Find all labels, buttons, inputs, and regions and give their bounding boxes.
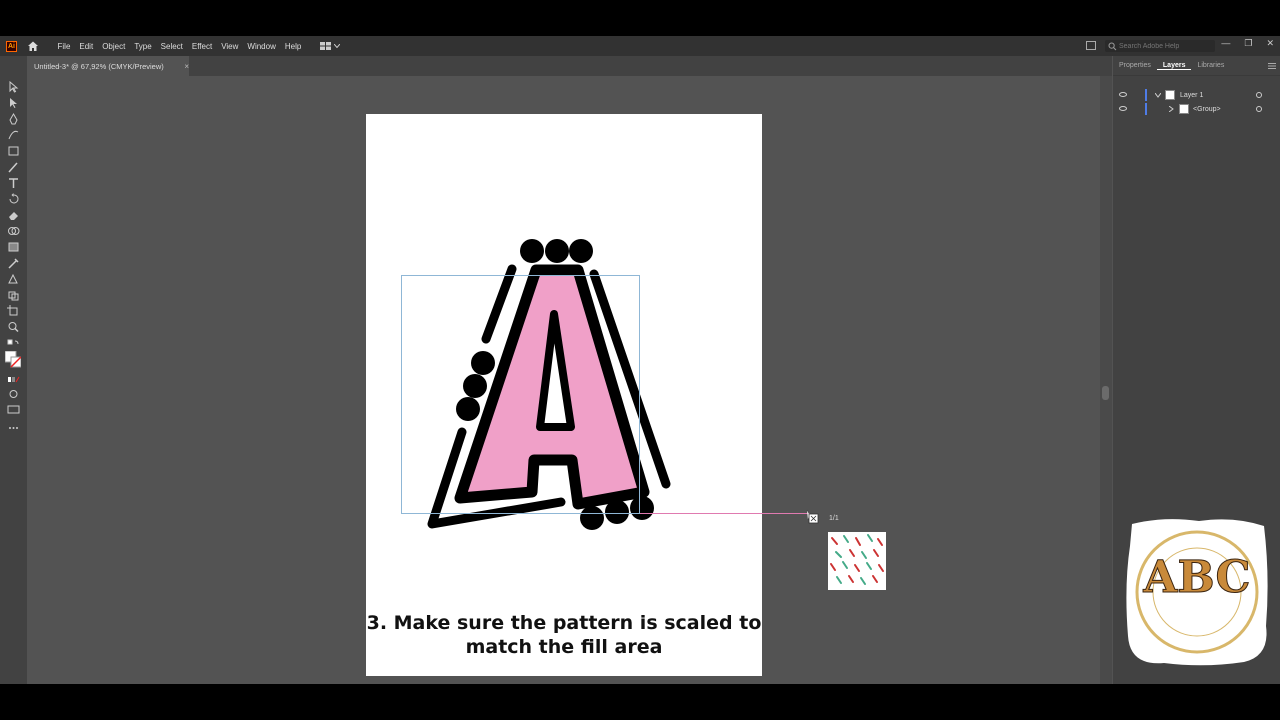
help-search[interactable] [1105,40,1215,52]
workspace-switcher[interactable] [319,42,340,50]
zoom-tool-icon[interactable] [7,320,20,333]
symbol-sprayer-tool-icon[interactable] [7,288,20,301]
menu-file[interactable]: File [53,42,75,51]
document-tab-bar: Untitled-3* @ 67,92% (CMYK/Preview) × [27,56,1112,76]
layer-target-icon[interactable] [1256,92,1262,98]
paintbrush-tool-icon[interactable] [7,160,20,173]
tab-layers[interactable]: Layers [1156,62,1192,70]
tab-properties[interactable]: Properties [1113,62,1157,69]
caption-line-1: 3. Make sure the pattern is scaled to [366,612,762,634]
arrange-documents-icon[interactable] [1086,41,1096,50]
tools-panel [0,56,27,684]
visibility-eye-icon[interactable] [1119,92,1127,97]
group-thumbnail [1179,104,1189,114]
menu-edit[interactable]: Edit [75,42,98,51]
brand-badge: ABC [1124,516,1270,666]
close-window-button[interactable]: ✕ [1266,38,1274,49]
panel-tabs: Properties Layers Libraries [1113,56,1280,76]
menu-view[interactable]: View [217,42,243,51]
close-tab-button[interactable]: × [184,62,189,71]
more-tools-icon[interactable] [7,421,20,433]
scrollbar-thumb[interactable] [1102,386,1109,400]
tab-libraries[interactable]: Libraries [1191,62,1230,69]
menu-help[interactable]: Help [280,42,305,51]
cursor-icon [808,513,819,524]
minimize-button[interactable]: — [1221,38,1230,49]
workspace-grid-icon [319,42,331,50]
selection-counter: 1/1 [829,515,839,522]
pen-tool-icon[interactable] [7,112,20,125]
selection-tool-icon[interactable] [7,80,20,93]
layer-row-layer-1[interactable]: Layer 1 [1113,88,1280,102]
vertical-scrollbar[interactable] [1100,76,1112,684]
artboard[interactable]: 3. Make sure the pattern is scaled to ma… [366,114,762,676]
direct-selection-tool-icon[interactable] [7,96,20,108]
eyedropper-tool-icon[interactable] [7,256,20,269]
eraser-tool-icon[interactable] [7,208,20,220]
visibility-eye-icon[interactable] [1119,106,1127,111]
illustrator-logo: Ai [6,40,17,52]
curvature-tool-icon[interactable] [7,128,20,140]
draw-mode-icon[interactable] [7,387,20,399]
chevron-down-icon [333,44,340,48]
screen-mode-icon[interactable] [7,402,20,414]
chevron-down-icon[interactable] [1155,93,1161,98]
chevron-right-icon[interactable] [1169,106,1174,112]
color-modes-icon[interactable] [7,373,20,385]
badge-letters: ABC [1142,552,1250,603]
window-controls: — ❐ ✕ [1221,38,1274,49]
layer-name[interactable]: Layer 1 [1180,92,1203,99]
search-icon [1108,42,1117,50]
shape-builder-tool-icon[interactable] [7,224,20,236]
group-target-icon[interactable] [1256,106,1262,112]
rotate-tool-icon[interactable] [7,192,20,204]
swap-fill-stroke-icon[interactable] [7,338,20,350]
menu-effect[interactable]: Effect [187,42,216,51]
layer-thumbnail [1165,90,1175,100]
letter-a-artwork[interactable] [366,114,762,554]
document-tab-title: Untitled-3* @ 67,92% (CMYK/Preview) [34,61,164,71]
caption-line-2: match the fill area [465,636,663,658]
main-menu: File Edit Object Type Select Effect View… [53,42,306,51]
type-tool-icon[interactable] [7,176,20,188]
layer-row-group[interactable]: <Group> [1113,102,1280,116]
blend-tool-icon[interactable] [7,272,20,284]
layer-color-bar [1145,89,1147,101]
maximize-button[interactable]: ❐ [1244,38,1252,49]
artboard-tool-icon[interactable] [7,304,20,316]
search-input[interactable] [1119,42,1209,50]
panel-menu-icon[interactable] [1268,62,1276,69]
home-icon[interactable] [27,40,39,52]
gradient-tool-icon[interactable] [7,240,20,252]
pattern-swatch[interactable] [828,532,886,590]
menu-object[interactable]: Object [98,42,130,51]
group-name[interactable]: <Group> [1193,106,1221,113]
menu-bar: Ai File Edit Object Type Select Effect V… [0,36,1280,56]
menu-type[interactable]: Type [130,42,156,51]
rectangle-tool-icon[interactable] [7,144,20,156]
document-tab[interactable]: Untitled-3* @ 67,92% (CMYK/Preview) × [27,56,189,76]
tutorial-caption: 3. Make sure the pattern is scaled to ma… [366,611,762,659]
menu-window[interactable]: Window [243,42,280,51]
layer-color-bar [1145,103,1147,115]
menu-select[interactable]: Select [156,42,187,51]
fill-stroke-swatch[interactable] [4,350,22,369]
